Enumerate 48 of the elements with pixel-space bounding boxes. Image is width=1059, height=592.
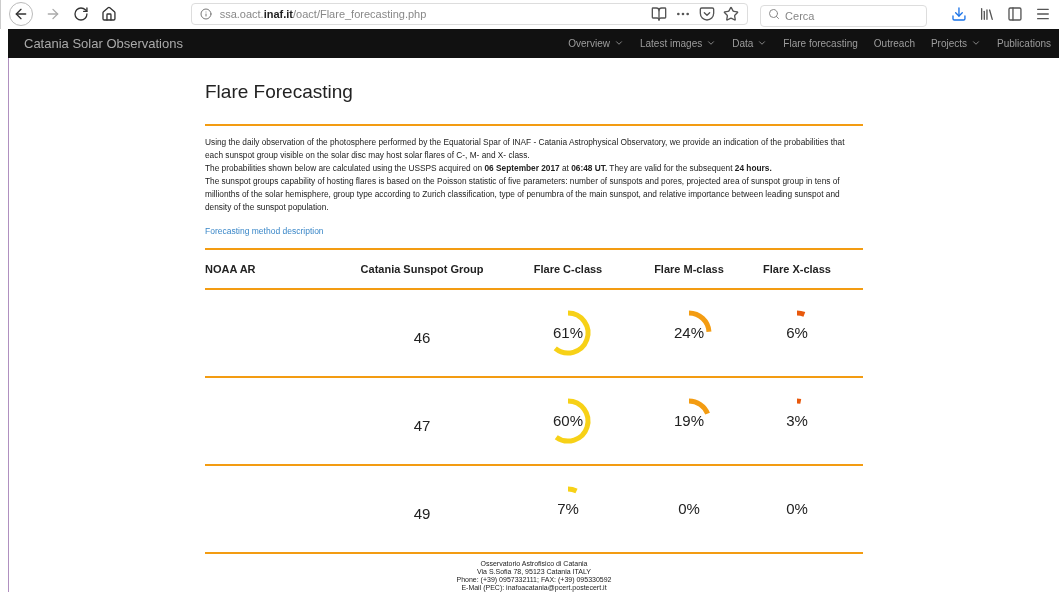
column-header: Flare X-class bbox=[763, 261, 831, 277]
site-brand[interactable]: Catania Solar Observations bbox=[24, 33, 183, 54]
column-header: Catania Sunspot Group bbox=[360, 261, 484, 277]
probability-arc bbox=[553, 310, 591, 356]
probability-arc bbox=[688, 398, 710, 415]
reload-icon[interactable] bbox=[72, 6, 89, 23]
search-icon bbox=[768, 8, 781, 21]
nav-link[interactable]: Publications bbox=[989, 35, 1059, 51]
page-title: Flare Forecasting bbox=[205, 79, 354, 104]
nav-link[interactable]: Overview bbox=[560, 35, 632, 51]
probability-value: 60% bbox=[553, 410, 583, 431]
probability-value: 6% bbox=[786, 322, 808, 343]
probability-value: 24% bbox=[674, 322, 704, 343]
info-icon[interactable] bbox=[199, 8, 212, 21]
url-text: ssa.oact.inaf.it/oact/Flare_forecasting.php bbox=[219, 7, 427, 23]
address-bar[interactable]: ssa.oact.inaf.it/oact/Flare_forecasting.php bbox=[190, 3, 749, 26]
method-link[interactable]: Forecasting method description bbox=[205, 225, 324, 238]
probability-arc bbox=[796, 398, 802, 404]
probability-arc bbox=[567, 486, 578, 494]
description-text: Using the daily observation of the photosphere performed by the Equatorial Spar of INAF - Catania Astrophysical Observatory, we provide an indication of the probabilities that each sunspot group visible on the solar disc may host solar flares of C-, M- and X- class. bbox=[205, 136, 846, 163]
column-header: Flare M-class bbox=[654, 261, 724, 277]
column-header: Flare C-class bbox=[533, 261, 603, 277]
probability-value: 7% bbox=[557, 498, 579, 519]
star-icon[interactable] bbox=[723, 6, 740, 23]
nav-link[interactable]: Projects bbox=[922, 35, 990, 51]
reader-icon[interactable] bbox=[651, 6, 668, 23]
probability-value: 61% bbox=[553, 322, 583, 343]
nav-link[interactable]: Outreach bbox=[865, 35, 923, 51]
probability-value: 19% bbox=[674, 410, 704, 431]
sidebar-icon[interactable] bbox=[1007, 6, 1024, 23]
probability-value: 0% bbox=[678, 498, 700, 519]
group-number: 46 bbox=[413, 327, 431, 348]
nav-link[interactable]: Flare forecasting bbox=[775, 35, 866, 51]
library-icon[interactable] bbox=[979, 6, 996, 23]
group-number: 49 bbox=[413, 503, 431, 524]
probability-value: 3% bbox=[786, 410, 808, 431]
search-field[interactable]: Cerca bbox=[760, 5, 928, 28]
description-text: The probabilities shown below are calculated using the USSPS acquired on 06 September 2017 at 06:48 UT. They are valid for the subsequent 24 hours. bbox=[205, 162, 773, 176]
description-text: The sunspot groups capability of hosting flares is based on the Poisson statistic of five parameters: number of sunspots and pores, projected area of sunspot group in tens of millionths of the solar hemisphere, group type according to Zurich classification, type of penumbra of the main sunspot, and relative importance between leading sunspot and density of the sunspot population. bbox=[205, 175, 841, 215]
home-icon[interactable] bbox=[100, 6, 117, 23]
nav-link[interactable]: Data bbox=[724, 35, 776, 51]
probability-arc bbox=[554, 398, 591, 444]
probability-arc bbox=[796, 310, 806, 317]
nav-link[interactable]: Latest images bbox=[631, 35, 725, 51]
column-header: NOAA AR bbox=[205, 261, 257, 277]
group-number: 47 bbox=[413, 415, 431, 436]
probability-value: 0% bbox=[786, 498, 808, 519]
download-icon[interactable] bbox=[951, 6, 968, 23]
